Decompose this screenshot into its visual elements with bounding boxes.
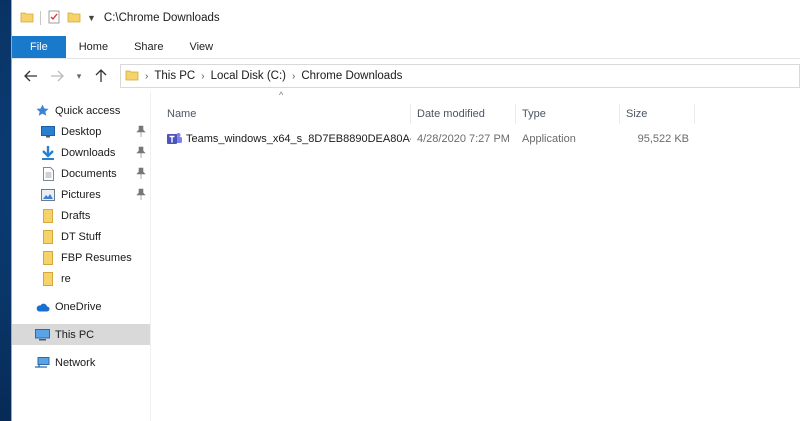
nav-item-desktop[interactable]: Desktop xyxy=(12,121,150,142)
nav-label: Pictures xyxy=(61,188,101,201)
column-header-type[interactable]: Type xyxy=(516,104,620,124)
forward-arrow-icon xyxy=(51,70,64,82)
tab-share[interactable]: Share xyxy=(121,36,176,58)
downloads-icon xyxy=(40,145,56,160)
title-bar: ▼ C:\Chrome Downloads xyxy=(12,0,800,36)
nav-item-drafts[interactable]: Drafts xyxy=(12,205,150,226)
address-bar[interactable]: › This PC › Local Disk (C:) › Chrome Dow… xyxy=(120,64,800,88)
file-type: Application xyxy=(522,133,576,145)
pictures-icon xyxy=(40,188,56,202)
toolbar-separator xyxy=(40,11,41,25)
nav-label: re xyxy=(61,272,71,285)
tab-home[interactable]: Home xyxy=(66,36,121,58)
properties-icon[interactable] xyxy=(47,10,61,27)
file-name-cell: Teams_windows_x64_s_8D7EB8890DEA80A-7-0_ xyxy=(151,132,411,146)
file-name: Teams_windows_x64_s_8D7EB8890DEA80A-7-0_ xyxy=(186,133,411,145)
back-arrow-icon xyxy=(24,70,37,82)
nav-item-pictures[interactable]: Pictures xyxy=(12,184,150,205)
chevron-down-icon: ▾ xyxy=(76,70,82,81)
nav-onedrive[interactable]: OneDrive xyxy=(12,296,150,317)
nav-label: OneDrive xyxy=(55,300,102,313)
pin-icon[interactable] xyxy=(136,188,146,200)
nav-item-re[interactable]: re xyxy=(12,268,150,289)
nav-label: This PC xyxy=(55,328,95,341)
nav-label: Desktop xyxy=(61,125,102,138)
tab-file[interactable]: File xyxy=(12,36,66,58)
file-size: 95,522 KB xyxy=(637,133,689,145)
ribbon-tabs: File Home Share View xyxy=(12,36,800,59)
address-row: ▾ › This PC › Local Disk (C:) › Chrome D… xyxy=(12,59,800,93)
main-area: Quick access Desktop Downloads Documents… xyxy=(12,90,800,421)
chevron-right-icon[interactable]: › xyxy=(292,71,295,82)
breadcrumb-chrome-downloads[interactable]: Chrome Downloads xyxy=(301,70,402,82)
back-button[interactable] xyxy=(20,65,42,87)
forward-button[interactable] xyxy=(46,65,68,87)
file-list-pane: ^ Name Date modified Type Size Teams_win… xyxy=(151,90,800,421)
customize-toolbar-icon[interactable]: ▼ xyxy=(87,13,96,23)
column-header-date-modified[interactable]: Date modified xyxy=(411,104,516,124)
nav-network[interactable]: Network xyxy=(12,352,150,373)
new-folder-icon[interactable] xyxy=(67,10,81,27)
nav-label: Documents xyxy=(61,167,117,180)
tab-view[interactable]: View xyxy=(176,36,226,58)
breadcrumb-this-pc[interactable]: This PC xyxy=(154,70,195,82)
nav-item-dt-stuff[interactable]: DT Stuff xyxy=(12,226,150,247)
file-date-modified: 4/28/2020 7:27 PM xyxy=(417,133,510,145)
nav-label: Quick access xyxy=(55,104,121,117)
nav-item-downloads[interactable]: Downloads xyxy=(12,142,150,163)
nav-this-pc[interactable]: This PC xyxy=(12,324,150,345)
star-icon xyxy=(34,104,50,118)
folder-icon xyxy=(40,229,56,244)
column-header-size[interactable]: Size xyxy=(620,104,695,124)
column-headers: ^ Name Date modified Type Size xyxy=(151,90,800,128)
nav-item-fbp-resumes[interactable]: FBP Resumes xyxy=(12,247,150,268)
column-header-name[interactable]: Name xyxy=(151,104,411,124)
network-icon xyxy=(34,356,50,370)
teams-app-icon xyxy=(167,132,182,146)
computer-icon xyxy=(34,328,50,342)
folder-icon xyxy=(40,250,56,265)
nav-label: Drafts xyxy=(61,209,91,222)
breadcrumb-local-disk[interactable]: Local Disk (C:) xyxy=(211,70,286,82)
pin-icon[interactable] xyxy=(136,146,146,158)
up-arrow-icon xyxy=(95,69,107,82)
chevron-right-icon[interactable]: › xyxy=(145,71,148,82)
nav-label: Network xyxy=(55,356,96,369)
cloud-icon xyxy=(34,300,50,314)
folder-icon xyxy=(40,271,56,286)
folder-icon xyxy=(125,68,139,85)
navigation-pane: Quick access Desktop Downloads Documents… xyxy=(12,92,151,421)
nav-quick-access[interactable]: Quick access xyxy=(12,100,150,121)
desktop-icon xyxy=(40,125,56,139)
nav-label: DT Stuff xyxy=(61,230,101,243)
file-row[interactable]: Teams_windows_x64_s_8D7EB8890DEA80A-7-0_… xyxy=(151,128,800,150)
pin-icon[interactable] xyxy=(136,125,146,137)
folder-icon[interactable] xyxy=(20,10,34,27)
up-button[interactable] xyxy=(90,65,112,87)
pin-icon[interactable] xyxy=(136,167,146,179)
nav-label: FBP Resumes xyxy=(61,251,132,264)
chevron-right-icon[interactable]: › xyxy=(201,71,204,82)
sort-ascending-icon: ^ xyxy=(279,90,284,100)
file-explorer-window: ▼ C:\Chrome Downloads File Home Share Vi… xyxy=(12,0,800,421)
window-title: C:\Chrome Downloads xyxy=(103,12,220,24)
folder-icon xyxy=(40,208,56,223)
documents-icon xyxy=(40,166,56,181)
nav-label: Downloads xyxy=(61,146,116,159)
quick-access-toolbar: ▼ xyxy=(20,10,96,27)
recent-locations-button[interactable]: ▾ xyxy=(72,65,86,87)
nav-item-documents[interactable]: Documents xyxy=(12,163,150,184)
